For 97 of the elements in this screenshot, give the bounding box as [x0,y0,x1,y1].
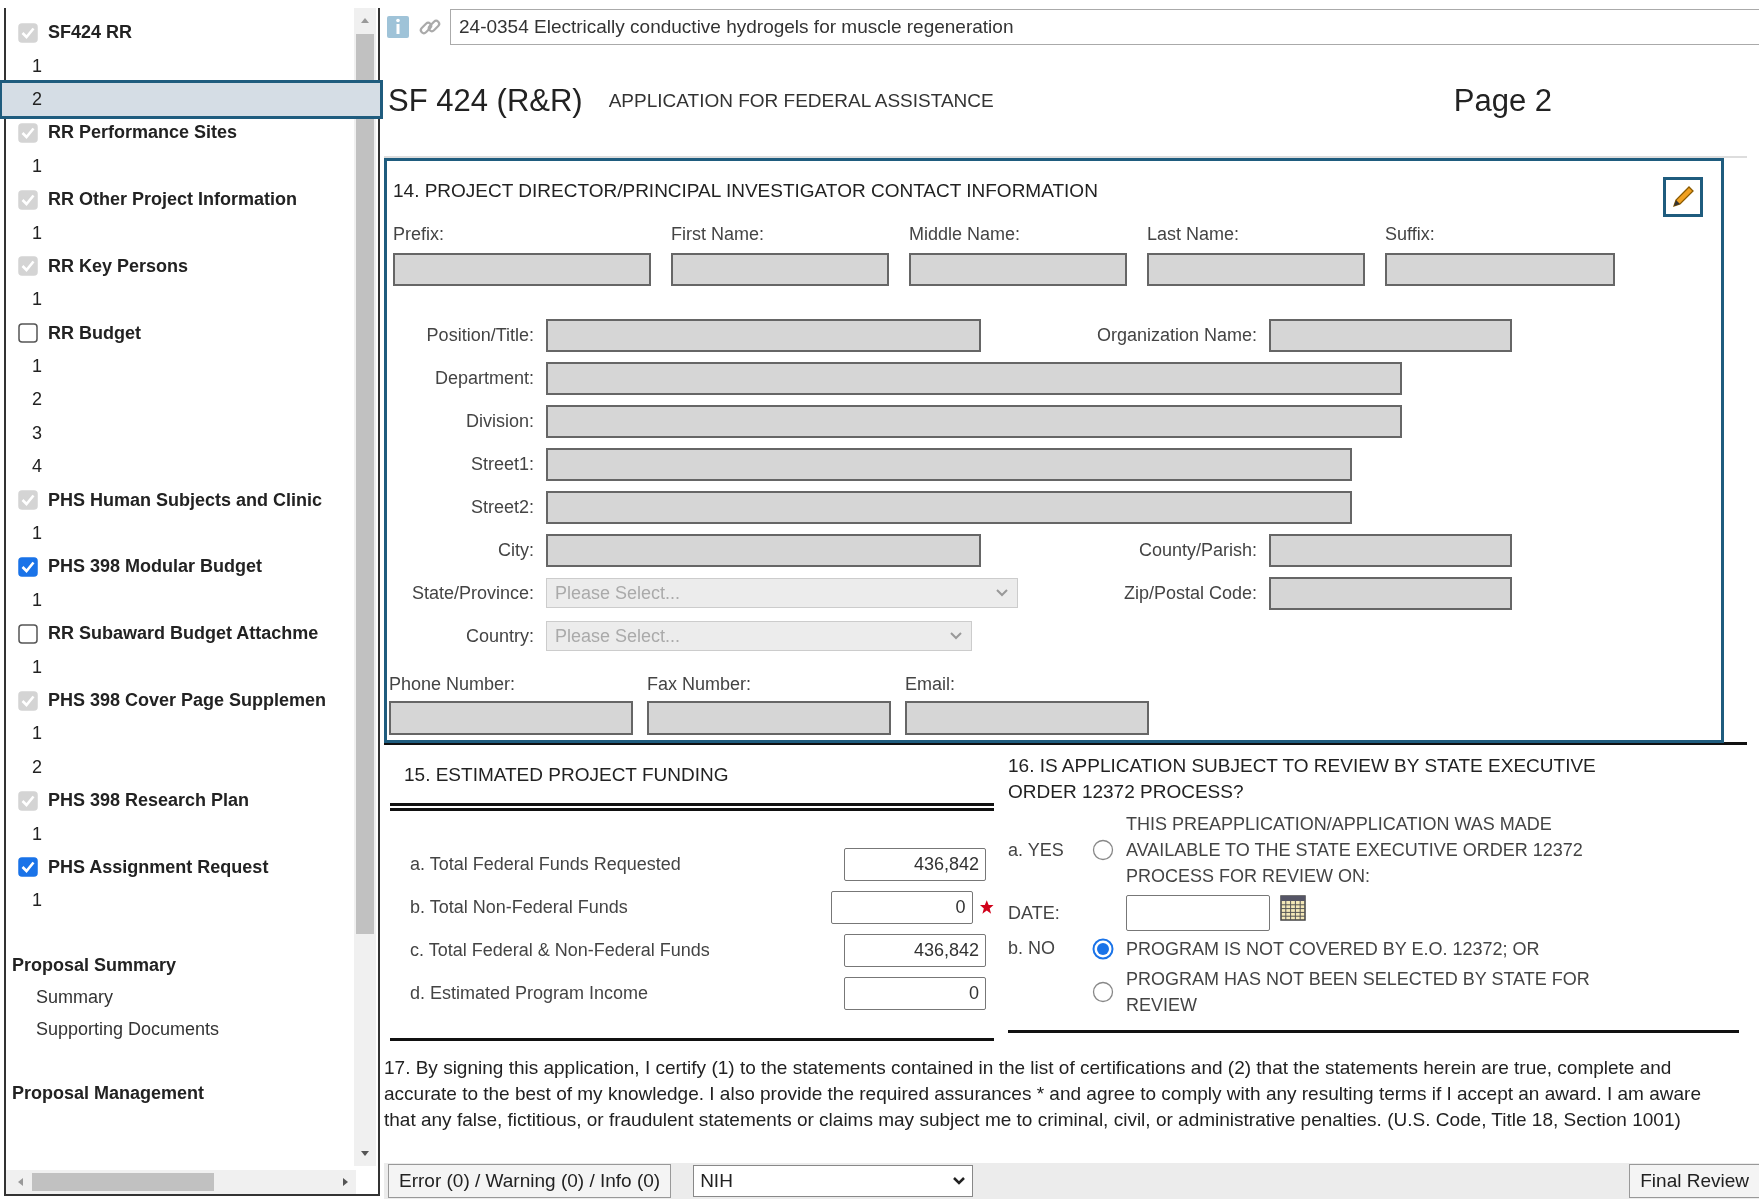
field-label: d. Estimated Program Income [409,981,650,1005]
field-label: Zip/Postal Code: [1122,581,1258,605]
option-text: PROGRAM IS NOT COVERED BY E.O. 12372; OR [1126,937,1541,961]
text-field[interactable] [1269,533,1512,567]
text-field[interactable] [647,701,891,735]
field-label: County/Parish: [1137,538,1258,562]
option-text: THIS PREAPPLICATION/APPLICATION WAS MADE AVAILABLE TO THE STATE EXECUTIVE ORDER 12372 PROCESS FOR REVIEW ON: [1126,813,1584,888]
checkbox[interactable] [18,556,38,577]
field-label: Suffix: [1385,223,1436,245]
nav-link[interactable]: Summary [6,981,378,1014]
section-heading[interactable]: Proposal Management [6,1076,378,1110]
option-label: b. NO [1008,937,1056,960]
number-field[interactable]: 436,842 [844,847,986,881]
pencil-icon[interactable] [1670,184,1696,210]
scrollbar-thumb[interactable] [32,1173,214,1191]
field-label: c. Total Federal & Non-Federal Funds [409,938,711,962]
page-item[interactable]: 1 [6,583,378,618]
text-field[interactable] [546,490,1352,524]
option-label: a. YES [1008,838,1065,862]
form-subtitle: APPLICATION FOR FEDERAL ASSISTANCE [608,88,994,113]
field-label: Phone Number: [389,673,517,695]
text-field[interactable] [546,361,1402,395]
text-field[interactable] [1269,576,1512,610]
checkbox[interactable] [18,323,38,344]
edit-button[interactable] [1663,177,1703,217]
field-label: Email: [905,673,956,695]
text-field[interactable] [546,447,1352,481]
project-title-field[interactable]: 24-0354 Electrically conductive hydrogels for muscle regeneration [450,9,1759,45]
scrollbar-thumb[interactable] [356,34,374,934]
page-number: Page 2 [1453,81,1552,120]
form-name[interactable]: RR Budget [48,319,141,347]
page-item[interactable]: 1 [6,650,378,684]
checkbox[interactable] [18,857,38,878]
certification-text: 17. By signing this application, I certify (1) to the statements contained in the list of certifications and (2) that the statements herein are true, complete and accurate to the best of my knowledge. I also provide the required assurances * and agree to comply with any resulting terms if I accept an award. I am aware that any false, fictitious, or fraudulent statements or claims may subject me to criminal, civil, or administrative penalties. (U.S. Code, Title 18, Section 1001) [384,1056,1702,1132]
required-star-icon [978,899,994,915]
text-field[interactable] [905,701,1149,735]
text-field[interactable] [671,253,889,286]
section-title: 16. IS APPLICATION SUBJECT TO REVIEW BY STATE EXECUTIVE ORDER 12372 PROCESS? [1008,754,1597,804]
radio-button[interactable] [1092,839,1114,861]
text-field[interactable] [546,404,1402,438]
field-label: Street2: [469,495,535,519]
field-label: DATE: [1008,901,1061,925]
scroll-down-icon[interactable] [360,1150,370,1158]
field-label: First Name: [671,223,765,245]
field-label: State/Province: [410,581,535,605]
field-label: Prefix: [393,223,445,245]
section-title: 15. ESTIMATED PROJECT FUNDING [403,763,730,785]
scroll-right-icon[interactable] [342,1177,350,1187]
page-item[interactable]: 1 [6,349,378,384]
field-label: Last Name: [1147,223,1241,245]
date-field[interactable] [1126,895,1270,931]
scroll-up-icon[interactable] [360,16,370,24]
checkbox[interactable] [18,623,38,644]
number-field[interactable]: 0 [830,890,973,924]
field-label: Department: [433,366,535,390]
page-item[interactable]: 1 [6,884,378,918]
form-name[interactable]: PHS Assignment Request [48,853,269,881]
text-field[interactable] [393,253,651,286]
chevron-down-icon[interactable] [952,1176,967,1186]
page-item[interactable]: 4 [6,450,378,484]
text-field[interactable] [546,533,981,567]
form-name[interactable]: RR Subaward Budget Attachme [48,620,319,648]
text-field[interactable] [546,318,981,352]
form-title: SF 424 (R&R) [388,81,583,120]
option-text: PROGRAM HAS NOT BEEN SELECTED BY STATE FOR REVIEW [1126,968,1591,1017]
field-label: Organization Name: [1095,323,1258,347]
field-label: b. Total Non-Federal Funds [409,895,629,919]
field-label: Position/Title: [425,323,535,347]
page-item[interactable]: 3 [6,416,378,451]
final-review-button[interactable]: Final Review [1629,1164,1759,1198]
field-label: Country: [464,624,535,648]
radio-button[interactable] [1092,937,1114,960]
calendar-icon[interactable] [1280,895,1306,921]
nav-link[interactable]: Supporting Documents [6,1013,378,1046]
agency-select[interactable]: NIH [693,1165,974,1197]
number-field[interactable]: 0 [844,976,986,1010]
vertical-scrollbar[interactable] [354,8,376,1166]
messages-button[interactable]: Error (0) / Warning (0) / Info (0) [388,1164,672,1198]
section-title: 14. PROJECT DIRECTOR/PRINCIPAL INVESTIGATOR CONTACT INFORMATION [393,179,1098,203]
section-heading[interactable]: Proposal Summary [6,948,378,982]
field-label: Middle Name: [909,223,1022,245]
field-label: Division: [464,409,535,433]
page-item[interactable]: 2 [6,383,378,417]
field-label: a. Total Federal Funds Requested [409,852,682,876]
radio-button[interactable] [1092,981,1114,1003]
text-field[interactable] [1147,253,1365,286]
number-field[interactable]: 436,842 [844,933,986,967]
field-label: Fax Number: [647,673,753,695]
field-label: Street1: [469,452,535,476]
text-field[interactable] [389,701,633,735]
form-name[interactable]: PHS 398 Modular Budget [48,553,263,581]
text-field[interactable] [909,253,1127,286]
text-field[interactable] [1385,253,1615,286]
horizontal-scrollbar[interactable] [6,1170,356,1194]
field-label: City: [497,538,535,562]
scroll-left-icon[interactable] [16,1177,24,1187]
text-field[interactable] [1269,318,1512,352]
